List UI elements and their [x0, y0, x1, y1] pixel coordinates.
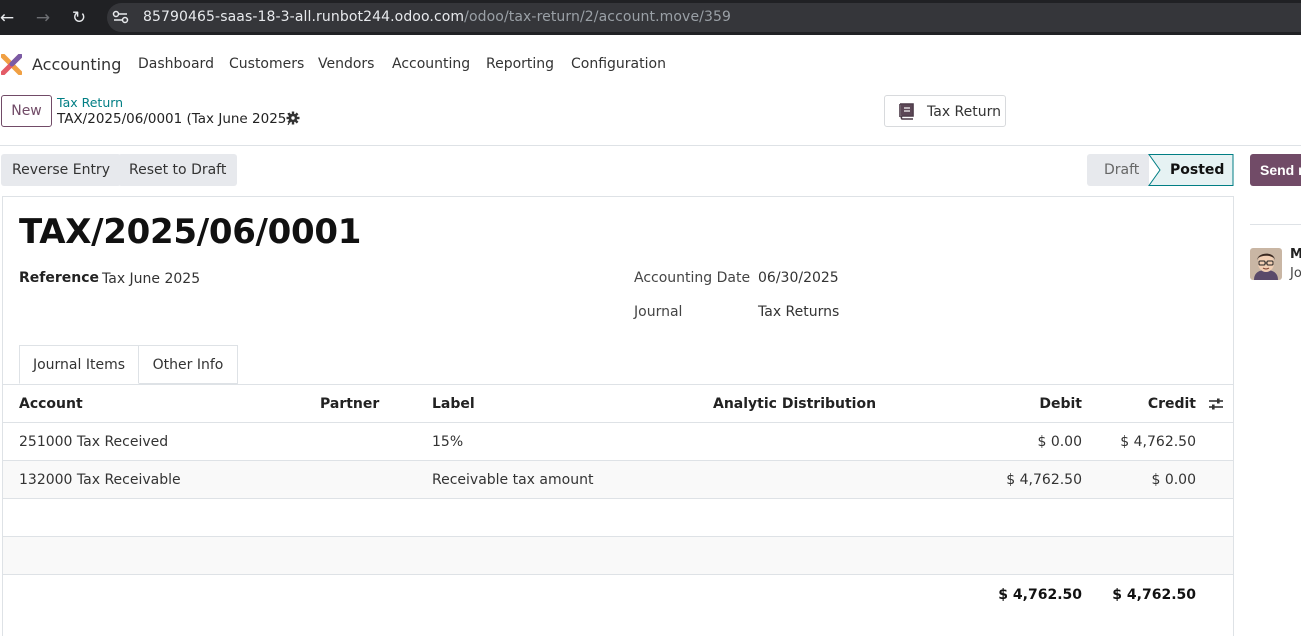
- header-partner[interactable]: Partner: [320, 396, 379, 412]
- header-debit[interactable]: Debit: [1039, 396, 1082, 412]
- stage-draft[interactable]: Draft: [1087, 154, 1149, 186]
- header-account[interactable]: Account: [19, 396, 83, 412]
- tab-other-info[interactable]: Other Info: [139, 345, 238, 384]
- avatar[interactable]: [1250, 248, 1282, 280]
- user-avatar-image: [1250, 248, 1282, 280]
- menu-accounting[interactable]: Accounting: [392, 56, 470, 72]
- tax-return-smart-button[interactable]: Tax Return: [884, 95, 1006, 127]
- row-credit: $ 4,762.50: [1120, 434, 1196, 450]
- move-name: TAX/2025/06/0001: [19, 212, 362, 252]
- menu-reporting[interactable]: Reporting: [486, 56, 554, 72]
- gear-icon[interactable]: [286, 111, 300, 125]
- back-arrow-icon[interactable]: ←: [0, 8, 17, 28]
- stage-posted-label: Posted: [1170, 162, 1225, 178]
- tab-journal-items[interactable]: Journal Items: [19, 345, 139, 384]
- row-account: 251000 Tax Received: [19, 434, 169, 450]
- form-sheet: TAX/2025/06/0001 Reference Tax June 2025…: [2, 196, 1234, 636]
- reference-label: Reference: [19, 270, 100, 286]
- app-navbar: Accounting Dashboard Customers Vendors A…: [0, 41, 1301, 87]
- new-button[interactable]: New: [1, 95, 52, 127]
- reference-value[interactable]: Tax June 2025: [102, 271, 200, 287]
- control-panel: New Tax Return TAX/2025/06/0001 (Tax Jun…: [0, 87, 1301, 146]
- chatter-divider: [1250, 224, 1301, 225]
- empty-row: [3, 537, 1233, 575]
- book-icon: [899, 103, 914, 120]
- smart-button-label: Tax Return: [927, 104, 1002, 120]
- empty-row: [3, 499, 1233, 537]
- breadcrumb-parent[interactable]: Tax Return: [57, 95, 123, 110]
- reset-to-draft-button[interactable]: Reset to Draft: [118, 154, 238, 186]
- menu-dashboard[interactable]: Dashboard: [138, 56, 214, 72]
- header-credit[interactable]: Credit: [1148, 396, 1196, 412]
- table-header: Account Partner Label Analytic Distribut…: [3, 385, 1233, 423]
- row-account: 132000 Tax Receivable: [19, 472, 181, 488]
- browser-toolbar: ← → ↻ 85790465-saas-18-3-all.runbot244.o…: [0, 0, 1301, 35]
- row-credit: $ 0.00: [1151, 472, 1196, 488]
- row-label: Receivable tax amount: [432, 472, 594, 488]
- site-settings-icon[interactable]: [110, 7, 132, 27]
- totals-row: $ 4,762.50 $ 4,762.50: [3, 575, 1233, 615]
- table-row[interactable]: 132000 Tax Receivable Receivable tax amo…: [3, 461, 1233, 499]
- forward-arrow-icon[interactable]: →: [33, 8, 53, 28]
- breadcrumb-current: TAX/2025/06/0001 (Tax June 2025): [57, 111, 292, 127]
- reverse-entry-button[interactable]: Reverse Entry: [1, 154, 121, 186]
- row-debit: $ 0.00: [1037, 434, 1082, 450]
- menu-customers[interactable]: Customers: [229, 56, 304, 72]
- menu-vendors[interactable]: Vendors: [318, 56, 374, 72]
- optional-columns-icon[interactable]: [1208, 396, 1224, 412]
- accounting-date-value[interactable]: 06/30/2025: [758, 270, 839, 286]
- menu-configuration[interactable]: Configuration: [571, 56, 666, 72]
- row-debit: $ 4,762.50: [1006, 472, 1082, 488]
- chatter-message: Jo: [1290, 266, 1301, 281]
- header-label[interactable]: Label: [432, 396, 475, 412]
- table-row[interactable]: 251000 Tax Received 15% $ 0.00 $ 4,762.5…: [3, 423, 1233, 461]
- chatter-author: M: [1290, 247, 1301, 262]
- journal-value[interactable]: Tax Returns: [758, 304, 839, 320]
- url-host: 85790465-saas-18-3-all.runbot244.odoo.co…: [143, 9, 465, 25]
- row-label: 15%: [432, 434, 464, 450]
- journal-label: Journal: [634, 304, 683, 320]
- url-text: 85790465-saas-18-3-all.runbot244.odoo.co…: [143, 9, 731, 25]
- reload-icon[interactable]: ↻: [69, 8, 89, 28]
- url-path: /odoo/tax-return/2/account.move/359: [464, 9, 731, 25]
- app-name[interactable]: Accounting: [32, 55, 121, 74]
- send-button[interactable]: Send r: [1250, 154, 1301, 186]
- accounting-date-label: Accounting Date: [634, 270, 751, 286]
- total-credit: $ 4,762.50: [1112, 587, 1196, 603]
- accounting-app-icon[interactable]: [1, 54, 22, 75]
- stage-posted[interactable]: Posted: [1146, 154, 1234, 186]
- header-analytic-distribution[interactable]: Analytic Distribution: [713, 396, 876, 412]
- total-debit: $ 4,762.50: [998, 587, 1082, 603]
